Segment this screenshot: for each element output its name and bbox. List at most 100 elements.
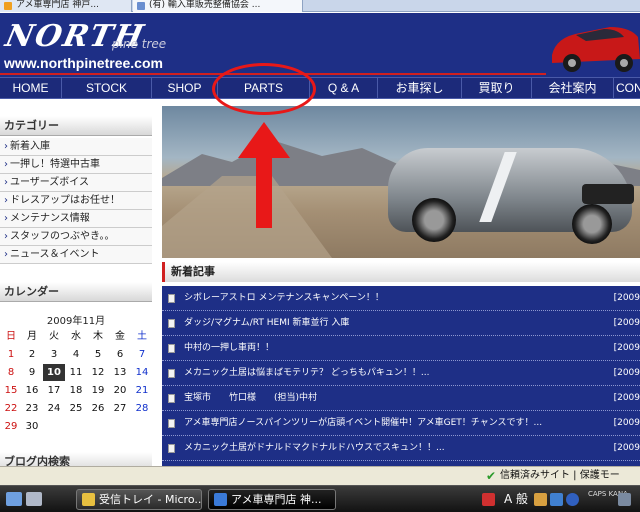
nav-company[interactable]: 会社案内 — [532, 78, 614, 98]
tray-dictionary-icon[interactable] — [550, 493, 563, 506]
calendar-day[interactable]: 21 — [131, 382, 153, 399]
news-item[interactable]: アメ車専門店ノースパインツリーが店頭イベント開催中！アメ車GET！チャンスです！… — [162, 411, 640, 436]
taskbar-button-label: 受信トレイ - Micro... — [99, 493, 202, 506]
nav-qa[interactable]: Q & A — [310, 78, 378, 98]
calendar-day[interactable]: 6 — [109, 346, 131, 363]
calendar-day[interactable]: 1 — [0, 346, 22, 363]
calendar-day[interactable]: 13 — [109, 364, 131, 381]
show-desktop-icon[interactable] — [6, 492, 22, 506]
taskbar-button-browser[interactable]: アメ車専門店 神... — [208, 489, 336, 510]
news-title[interactable]: 宝塚市 竹口様 (担当)中村 — [184, 386, 317, 411]
calendar-weekday: 月 — [27, 331, 37, 342]
category-label: メンテナンス情報 — [10, 213, 90, 224]
news-item[interactable]: メカニック土居がドナルドマクドナルドハウスでスキュン！！... [2009 — [162, 436, 640, 461]
bullet-icon: › — [4, 159, 8, 170]
ime-mode-indicator[interactable]: A 般 — [504, 491, 528, 508]
news-title[interactable]: 中村の一押し車両！！ — [184, 336, 274, 361]
calendar-day[interactable]: 22 — [0, 400, 22, 417]
category-item[interactable]: › 新着入庫 — [0, 138, 152, 156]
calendar-day[interactable]: 28 — [131, 400, 153, 417]
category-label: スタッフのつぶやき。。 — [10, 231, 115, 242]
category-item[interactable]: › 一押し！特選中古車 — [0, 156, 152, 174]
news-title[interactable]: シボレーアストロ メンテナンスキャンペーン！！ — [184, 286, 384, 311]
category-label: ユーザーズボイス — [10, 177, 89, 188]
nav-contact[interactable]: CON — [614, 78, 640, 98]
help-icon[interactable] — [566, 493, 579, 506]
document-icon — [168, 394, 175, 403]
calendar-day[interactable]: 16 — [21, 382, 43, 399]
category-item[interactable]: › スタッフのつぶやき。。 — [0, 228, 152, 246]
browser-status-bar: ✔ 信頼済みサイト | 保護モー — [0, 466, 640, 485]
mail-icon — [82, 493, 95, 506]
calendar-weekday: 火 — [49, 331, 59, 342]
calendar-day[interactable]: 11 — [65, 364, 87, 381]
bullet-icon: › — [4, 141, 8, 152]
news-title[interactable]: メカニック土居は悩まばモテリテ？ どっちもパキュン！！... — [184, 361, 429, 386]
news-item[interactable]: ダッジ/マグナム/RT HEMI 新車並行 入庫 [2009 — [162, 311, 640, 336]
calendar-day[interactable]: 8 — [0, 364, 22, 381]
news-item[interactable]: メカニック土居は悩まばモテリテ？ どっちもパキュン！！... [2009 — [162, 361, 640, 386]
news-date: [2009 — [613, 343, 640, 353]
main-nav: HOME STOCK SHOP PARTS Q & A お車探し 買取り 会社案… — [0, 77, 640, 99]
nav-car-search[interactable]: お車探し — [378, 78, 462, 98]
calendar-weekday: 水 — [71, 331, 81, 342]
calendar-day[interactable]: 17 — [43, 382, 65, 399]
news-title[interactable]: ダッジ/マグナム/RT HEMI 新車並行 入庫 — [184, 311, 349, 336]
taskbar-button-mail[interactable]: 受信トレイ - Micro... — [76, 489, 202, 510]
document-icon — [168, 294, 175, 303]
browser-tab-label: アメ車専門店 神戸... — [16, 0, 99, 10]
security-zone-text[interactable]: 信頼済みサイト | 保護モー — [500, 467, 620, 485]
category-label: 新着入庫 — [10, 141, 50, 152]
news-title[interactable]: アメ車専門店ノースパインツリーが店頭イベント開催中！アメ車GET！チャンスです！… — [184, 411, 542, 436]
nav-shop[interactable]: SHOP — [152, 78, 218, 98]
ime-toolbar-icon[interactable] — [482, 493, 495, 506]
calendar-day[interactable]: 20 — [109, 382, 131, 399]
bullet-icon: › — [4, 213, 8, 224]
browser-tab-2[interactable]: (有) 輸入車販売整備協会 ... — [133, 0, 303, 12]
document-icon — [168, 369, 175, 378]
browser-tab-label: (有) 輸入車販売整備協会 ... — [149, 0, 261, 10]
calendar-day[interactable]: 25 — [65, 400, 87, 417]
news-item[interactable]: 中村の一押し車両！！ [2009 — [162, 336, 640, 361]
calendar-day[interactable]: 19 — [87, 382, 109, 399]
calendar-day[interactable]: 30 — [21, 418, 43, 435]
calendar-day[interactable]: 9 — [21, 364, 43, 381]
calendar-day[interactable]: 3 — [43, 346, 65, 363]
calendar-day[interactable]: 26 — [87, 400, 109, 417]
car-wheel-shape — [412, 198, 456, 242]
calendar-day[interactable]: 5 — [87, 346, 109, 363]
calendar-day[interactable]: 27 — [109, 400, 131, 417]
calendar-day[interactable]: 2 — [21, 346, 43, 363]
bullet-icon: › — [4, 177, 8, 188]
calendar-day[interactable]: 7 — [131, 346, 153, 363]
calendar-day[interactable]: 15 — [0, 382, 22, 399]
calendar-day[interactable]: 24 — [43, 400, 65, 417]
tray-expand-icon[interactable] — [618, 493, 631, 506]
calendar-day[interactable]: 4 — [65, 346, 87, 363]
news-item[interactable]: 宝塚市 竹口様 (担当)中村 [2009 — [162, 386, 640, 411]
calendar-day[interactable]: 18 — [65, 382, 87, 399]
category-label: 一押し！特選中古車 — [10, 159, 100, 170]
calendar-day[interactable]: 14 — [131, 364, 153, 381]
nav-stock[interactable]: STOCK — [62, 78, 152, 98]
news-item[interactable]: シボレーアストロ メンテナンスキャンペーン！！ [2009 — [162, 286, 640, 311]
nav-home[interactable]: HOME — [0, 78, 62, 98]
switch-windows-icon[interactable] — [26, 492, 42, 506]
calendar-day[interactable]: 12 — [87, 364, 109, 381]
news-title[interactable]: メカニック土居がドナルドマクドナルドハウスでスキュン！！... — [184, 436, 445, 461]
site-url-text: www.northpinetree.com — [4, 55, 163, 71]
browser-tab-strip: アメ車専門店 神戸... (有) 輸入車販売整備協会 ... — [0, 0, 640, 12]
category-item[interactable]: › ドレスアップはお任せ！ — [0, 192, 152, 210]
tray-tool-icon[interactable] — [534, 493, 547, 506]
category-item[interactable]: › メンテナンス情報 — [0, 210, 152, 228]
document-icon — [168, 419, 175, 428]
calendar-day-today[interactable]: 10 — [43, 364, 65, 381]
calendar-weekday: 日 — [6, 331, 16, 342]
news-date: [2009 — [613, 418, 640, 428]
calendar-day[interactable]: 23 — [21, 400, 43, 417]
nav-purchase[interactable]: 買取り — [462, 78, 532, 98]
calendar-day[interactable]: 29 — [0, 418, 22, 435]
category-item[interactable]: › ニュース＆イベント — [0, 246, 152, 264]
category-item[interactable]: › ユーザーズボイス — [0, 174, 152, 192]
browser-tab-1[interactable]: アメ車専門店 神戸... — [0, 0, 132, 12]
